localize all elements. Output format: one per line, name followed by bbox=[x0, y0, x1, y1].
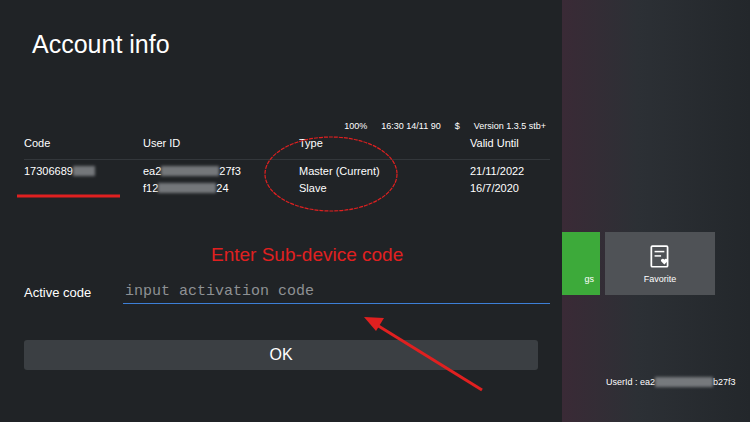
user-id-cell: ea227f3 bbox=[143, 164, 299, 177]
valid-until-cell: 21/11/2022 bbox=[470, 164, 550, 177]
column-header: Type bbox=[299, 137, 470, 160]
ellipse-mark bbox=[265, 137, 397, 211]
active-code-label: Active code bbox=[24, 285, 123, 300]
blur-mark bbox=[158, 183, 216, 193]
type-cell: Slave bbox=[299, 181, 470, 194]
column-header: User ID bbox=[143, 137, 299, 160]
ok-button[interactable]: OK bbox=[24, 340, 538, 370]
annotation-overlay bbox=[0, 0, 750, 422]
blur-mark bbox=[655, 377, 713, 387]
type-cell: Master (Current) bbox=[299, 164, 470, 177]
active-code-input[interactable] bbox=[123, 280, 550, 304]
datetime: 16:30 14/11 90 bbox=[381, 121, 440, 131]
user-id-footer: UserId : ea2b27f3 bbox=[606, 377, 736, 387]
account-table: CodeUser IDTypeValid Until 17306689 ea227f… bbox=[24, 137, 550, 194]
user-id-cell: f1224 bbox=[143, 181, 299, 194]
underline-mark bbox=[17, 195, 120, 198]
screen: Account info 100% 16:30 14/11 90 $ Version 1… bbox=[0, 0, 750, 422]
menu-tile[interactable]: gs bbox=[562, 232, 600, 295]
status-bar: 100% 16:30 14/11 90 $ Version 1.3.5 stb+ bbox=[24, 121, 550, 131]
valid-until-cell: 16/7/2020 bbox=[470, 181, 550, 194]
column-header: Code bbox=[24, 137, 143, 160]
video-frame: gsFavorite UserId : ea2b27f3 bbox=[562, 0, 750, 422]
blur-mark bbox=[161, 166, 219, 176]
account-code: 17306689 bbox=[24, 165, 73, 177]
blur-mark bbox=[73, 166, 95, 176]
annotation-text: Enter Sub-device code bbox=[211, 244, 403, 266]
active-code-row: Active code bbox=[24, 280, 550, 304]
column-header: Valid Until bbox=[470, 137, 550, 160]
menu-tile[interactable]: Favorite bbox=[605, 232, 715, 295]
dialog-title: Account info bbox=[24, 0, 550, 59]
account-dialog: Account info 100% 16:30 14/11 90 $ Version 1… bbox=[0, 0, 562, 422]
code-cell: 17306689 bbox=[24, 164, 143, 177]
version: Version 1.3.5 stb+ bbox=[474, 121, 546, 131]
currency: $ bbox=[455, 121, 460, 131]
list-heart-icon bbox=[647, 244, 673, 270]
arrow-icon bbox=[372, 322, 482, 390]
battery-level: 100% bbox=[344, 121, 367, 131]
code-cell bbox=[24, 181, 143, 194]
